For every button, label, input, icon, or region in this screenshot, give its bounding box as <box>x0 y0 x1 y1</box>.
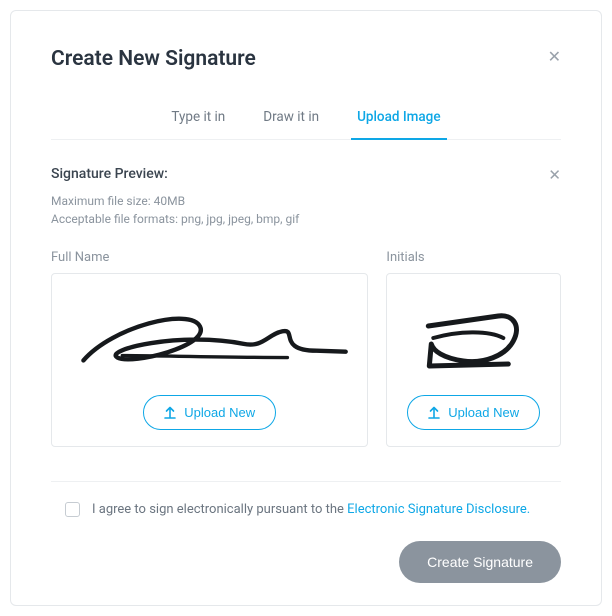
divider <box>51 481 561 482</box>
full-name-box: Upload New <box>51 273 368 447</box>
preview-hints: Maximum file size: 40MB Acceptable file … <box>51 192 561 228</box>
upload-button-label: Upload New <box>448 405 519 420</box>
upload-full-name-button[interactable]: Upload New <box>143 395 276 430</box>
footer: Create Signature <box>51 541 561 583</box>
initials-box: Upload New <box>386 273 561 447</box>
initials-scribble-icon <box>399 296 548 386</box>
consent-checkbox[interactable] <box>65 502 80 517</box>
hint-max-size: Maximum file size: 40MB <box>51 192 561 210</box>
tab-type-it-in[interactable]: Type it in <box>169 99 227 139</box>
full-name-signature-image <box>64 286 355 395</box>
create-signature-button[interactable]: Create Signature <box>399 541 561 583</box>
upload-initials-button[interactable]: Upload New <box>407 395 540 430</box>
tab-bar: Type it in Draw it in Upload Image <box>51 99 561 140</box>
tab-draw-it-in[interactable]: Draw it in <box>261 99 321 139</box>
full-name-label: Full Name <box>51 250 368 265</box>
disclosure-link[interactable]: Electronic Signature Disclosure. <box>347 502 530 517</box>
initials-column: Initials Upload New <box>386 250 561 447</box>
close-icon[interactable]: ✕ <box>548 49 561 65</box>
signature-scribble-icon <box>64 296 355 386</box>
tab-upload-image[interactable]: Upload Image <box>355 99 443 139</box>
initials-label: Initials <box>386 250 561 265</box>
preview-close-icon[interactable]: ✕ <box>548 168 561 183</box>
upload-icon <box>428 406 440 419</box>
initials-signature-image <box>399 286 548 395</box>
upload-icon <box>164 406 176 419</box>
modal-title: Create New Signature <box>51 47 561 71</box>
preview-header: Signature Preview: ✕ <box>51 166 561 192</box>
signature-row: Full Name Upload New Initials <box>51 250 561 447</box>
full-name-column: Full Name Upload New <box>51 250 368 447</box>
hint-formats: Acceptable file formats: png, jpg, jpeg,… <box>51 210 561 228</box>
create-signature-modal: Create New Signature ✕ Type it in Draw i… <box>10 10 602 606</box>
consent-text: I agree to sign electronically pursuant … <box>92 502 530 517</box>
consent-prefix: I agree to sign electronically pursuant … <box>92 502 347 517</box>
upload-button-label: Upload New <box>184 405 255 420</box>
preview-label: Signature Preview: <box>51 166 168 182</box>
consent-row: I agree to sign electronically pursuant … <box>51 502 561 517</box>
